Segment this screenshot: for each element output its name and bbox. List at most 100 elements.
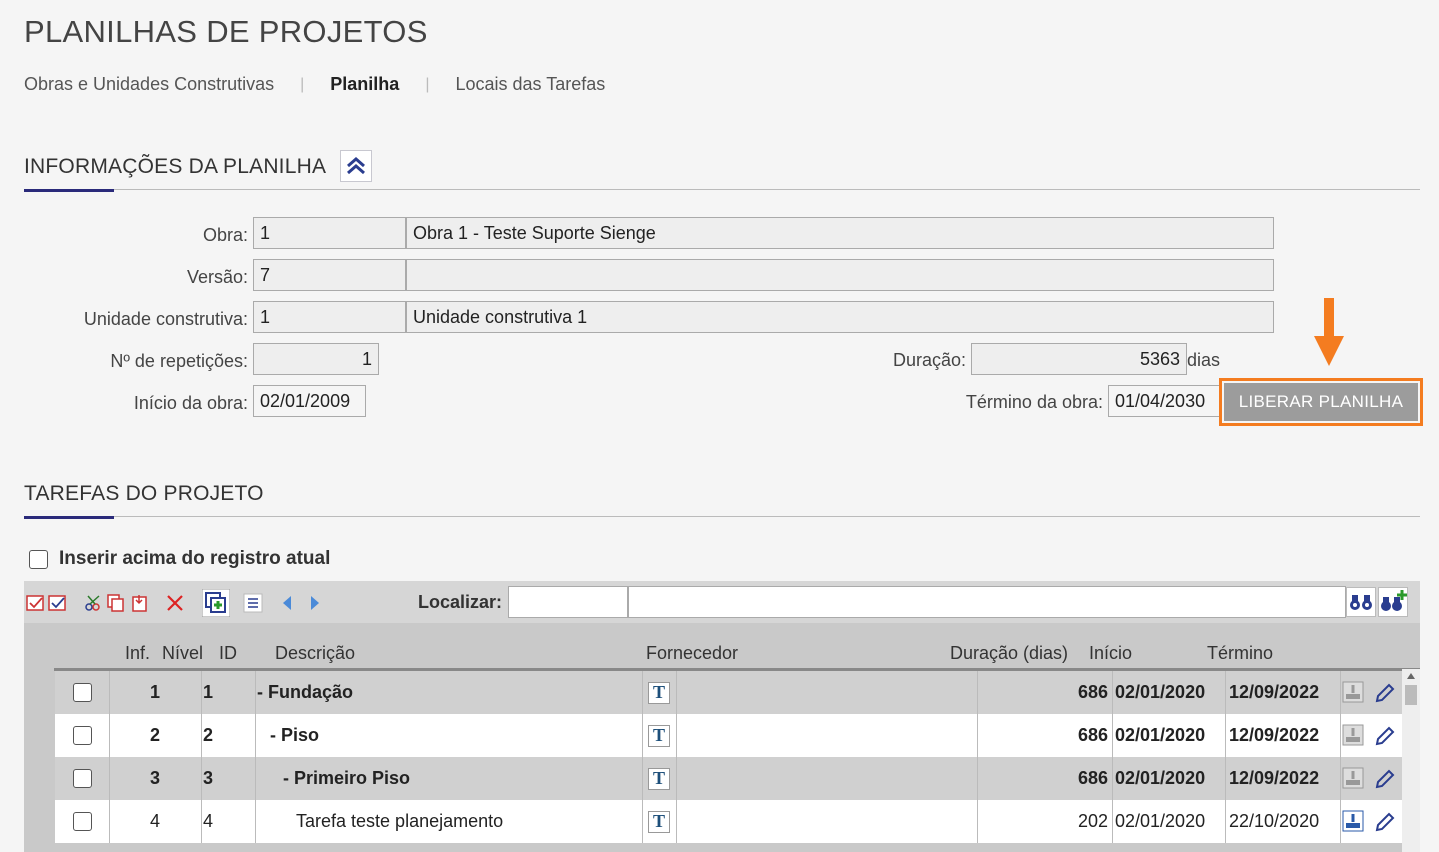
text-icon[interactable]: T [648,810,670,833]
row-termino: 22/10/2020 [1229,811,1320,831]
insert-above-label: Inserir acima do registro atual [59,548,331,569]
row-checkbox[interactable] [73,769,92,788]
details-icon[interactable] [1342,767,1364,789]
new-record-icon[interactable] [202,589,230,617]
versao-name-field[interactable] [406,259,1274,291]
delete-icon[interactable] [165,593,185,613]
row-inicio: 02/01/2020 [1115,682,1206,702]
edit-icon[interactable] [1373,810,1397,834]
row-termino: 12/09/2022 [1229,768,1320,788]
check-selected-icon[interactable] [48,593,68,613]
row-duracao: 686 [1077,725,1108,745]
section-accent [24,189,114,192]
unidade-code-field[interactable]: 1 [253,301,406,333]
obra-code-field[interactable]: 1 [253,217,406,249]
col-duracao[interactable]: Duração (dias) [950,643,1068,664]
find-next-button[interactable] [1378,587,1408,617]
row-nivel: 2 [150,725,161,745]
row-id: 3 [203,768,214,788]
col-inf[interactable]: Inf. [125,643,150,664]
row-descricao: - Piso [270,725,320,745]
table-row[interactable]: 3 3 - Primeiro Piso T 686 02/01/2020 12/… [55,757,1402,800]
scroll-thumb[interactable] [1405,685,1417,705]
row-nivel: 4 [150,811,161,831]
table-row[interactable]: 1 1 - Fundação T 686 02/01/2020 12/09/20… [55,671,1402,714]
duracao-unit: dias [1187,350,1221,370]
col-descricao[interactable]: Descrição [275,643,355,664]
tasks-grid: Inf. Nível ID Descrição Fornecedor Duraç… [24,623,1420,852]
insert-above-checkbox[interactable] [29,550,48,569]
collapse-button[interactable] [340,150,372,182]
col-inicio[interactable]: Início [1089,643,1132,664]
inicio-field[interactable]: 02/01/2009 [253,385,366,417]
edit-icon[interactable] [1373,724,1397,748]
cut-icon[interactable] [84,593,104,613]
page-title: PLANILHAS DE PROJETOS [24,14,428,49]
table-row[interactable]: 2 2 - Piso T 686 02/01/2020 12/09/2022 [55,714,1402,757]
unidade-name-field[interactable]: Unidade construtiva 1 [406,301,1274,333]
row-descricao: - Fundação [257,682,354,702]
col-fornecedor[interactable]: Fornecedor [646,643,738,664]
details-icon[interactable] [1342,724,1364,746]
termino-field[interactable]: 01/04/2030 [1108,385,1220,417]
edit-icon[interactable] [1373,767,1397,791]
release-button-highlight: LIBERAR PLANILHA [1219,378,1423,426]
row-checkbox[interactable] [73,812,92,831]
row-id: 1 [203,682,214,702]
paste-icon[interactable] [130,593,150,613]
duracao-field[interactable]: 5363 [971,343,1187,375]
check-all-icon[interactable] [26,593,46,613]
row-checkbox[interactable] [73,726,92,745]
info-section-title: INFORMAÇÕES DA PLANILHA [24,155,327,178]
repeticoes-field[interactable]: 1 [253,343,379,375]
col-nivel[interactable]: Nível [162,643,203,664]
release-planilha-button[interactable]: LIBERAR PLANILHA [1224,383,1418,421]
scroll-up-icon[interactable] [1407,673,1415,679]
find-label: Localizar: [418,592,503,612]
list-icon[interactable] [243,593,263,613]
tabs-nav: Obras e Unidades Construtivas | Planilha… [24,74,605,95]
row-id: 2 [203,725,214,745]
row-descricao: Tarefa teste planejamento [296,811,504,831]
section-divider [24,189,1420,190]
termino-label: Término da obra: [965,392,1103,412]
row-inicio: 02/01/2020 [1115,725,1206,745]
find-field-input[interactable] [508,586,628,618]
tasks-section-title: TAREFAS DO PROJETO [24,482,264,505]
find-value-input[interactable] [628,586,1346,618]
next-icon[interactable] [304,593,324,613]
text-icon[interactable]: T [648,724,670,747]
col-id[interactable]: ID [219,643,237,664]
find-button[interactable] [1346,587,1376,617]
col-termino[interactable]: Término [1207,643,1273,664]
row-duracao: 202 [1077,811,1108,831]
versao-code-field[interactable]: 7 [253,259,406,291]
section-accent [24,516,114,519]
text-icon[interactable]: T [648,681,670,704]
obra-name-field[interactable]: Obra 1 - Teste Suporte Sienge [406,217,1274,249]
row-nivel: 1 [150,682,161,702]
row-termino: 12/09/2022 [1229,682,1320,702]
tab-planilha[interactable]: Planilha [330,74,399,95]
row-checkbox[interactable] [73,683,92,702]
tab-separator: | [425,75,430,93]
text-icon[interactable]: T [648,767,670,790]
row-nivel: 3 [150,768,161,788]
table-row[interactable]: 4 4 Tarefa teste planejamento T 202 02/0… [55,800,1402,843]
details-icon[interactable] [1342,810,1364,832]
copy-icon[interactable] [106,593,126,613]
duracao-label: Duração: [892,350,966,370]
edit-icon[interactable] [1373,681,1397,705]
tab-locais[interactable]: Locais das Tarefas [455,74,605,95]
double-chevron-up-icon [347,157,365,175]
grid-scrollbar[interactable] [1402,669,1420,852]
repeticoes-label: Nº de repetições: [110,351,248,371]
previous-icon[interactable] [278,593,298,613]
versao-label: Versão: [186,267,248,287]
details-icon[interactable] [1342,681,1364,703]
grid-toolbar: Localizar: [24,581,1420,623]
row-termino: 12/09/2022 [1229,725,1320,745]
row-descricao: - Primeiro Piso [283,768,411,788]
row-duracao: 686 [1077,682,1108,702]
tab-obras[interactable]: Obras e Unidades Construtivas [24,74,274,95]
